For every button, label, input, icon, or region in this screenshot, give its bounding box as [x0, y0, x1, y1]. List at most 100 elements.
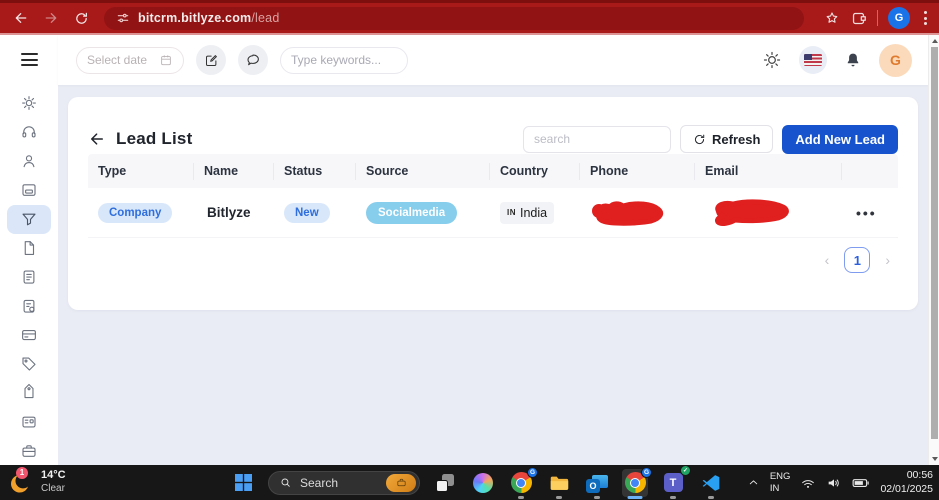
lead-list-card: Lead List Refresh Add New Lead Type Name… [68, 97, 918, 310]
us-flag-icon [804, 54, 822, 66]
sidebar-item-payments[interactable] [7, 320, 51, 349]
bookmark-star-icon[interactable] [824, 10, 840, 26]
running-indicator [594, 496, 600, 499]
sidebar-item-organization[interactable] [7, 436, 51, 465]
taskbar-chrome-1[interactable]: G [508, 466, 538, 499]
running-indicator [518, 496, 524, 499]
date-picker-field[interactable] [76, 46, 184, 74]
page-title: Lead List [116, 129, 193, 148]
chevron-up-icon [749, 480, 758, 485]
sidebar-item-settings[interactable] [7, 89, 51, 118]
volume-button[interactable] [826, 475, 842, 491]
browser-profile-avatar[interactable]: G [888, 7, 910, 29]
column-header-status: Status [274, 162, 356, 180]
pagination-prev-button[interactable]: ‹ [825, 253, 830, 267]
browser-refresh-button[interactable] [68, 5, 94, 31]
speaker-icon [829, 478, 840, 487]
select-date-input[interactable] [87, 53, 153, 67]
language-flag-button[interactable] [799, 46, 827, 74]
row-actions-menu[interactable]: ••• [842, 205, 898, 221]
clock-widget[interactable]: 00:56 02/01/2025 [880, 469, 933, 495]
wifi-icon [802, 479, 815, 488]
url-path: /lead [251, 11, 280, 25]
taskbar-file-explorer[interactable] [546, 469, 572, 499]
column-header-country: Country [490, 162, 580, 180]
vscode-icon [702, 474, 720, 491]
sidebar-item-support[interactable] [7, 118, 51, 147]
page-scrollbar[interactable] [928, 35, 939, 465]
refresh-icon [694, 134, 705, 144]
taskbar-vscode[interactable] [698, 469, 724, 499]
user-avatar[interactable]: G [879, 43, 912, 77]
sidebar-item-tasks[interactable] [7, 291, 51, 320]
sidebar-item-leads[interactable] [7, 204, 51, 234]
sidebar-item-contacts[interactable] [7, 147, 51, 176]
weather-notification-badge: 1 [16, 466, 28, 479]
compose-button[interactable] [196, 45, 226, 75]
document-lines-icon [23, 270, 35, 284]
weather-temperature: 14°C [41, 469, 66, 482]
sidebar-item-accounts[interactable] [7, 407, 51, 436]
chat-bubble-icon [247, 54, 259, 66]
browser-forward-button[interactable] [38, 5, 64, 31]
refresh-button[interactable]: Refresh [680, 125, 774, 153]
scrollbar-down-arrow[interactable] [929, 453, 939, 465]
sidebar-item-files[interactable] [7, 234, 51, 263]
menu-toggle-button[interactable] [17, 49, 42, 70]
lead-search-input[interactable] [523, 125, 671, 153]
windows-taskbar: 1 14°C Clear Search G O G T ✓ ENG IN 00:… [0, 464, 939, 500]
sidebar-item-tags[interactable] [7, 349, 51, 378]
pagination: ‹ 1 › [88, 247, 898, 273]
arrow-left-icon [91, 133, 103, 145]
column-header-name: Name [194, 162, 274, 180]
scrollbar-thumb[interactable] [930, 47, 938, 439]
kanban-icon [22, 184, 36, 197]
theme-toggle-button[interactable] [762, 50, 782, 70]
browser-toolbar: bitcrm.bitlyze.com/lead G [0, 0, 939, 33]
battery-button[interactable] [852, 476, 870, 490]
running-indicator [670, 496, 676, 499]
page-back-button[interactable] [88, 130, 106, 148]
sidebar-item-board[interactable] [7, 176, 51, 205]
url-host: bitcrm.bitlyze.com [138, 11, 252, 25]
address-bar[interactable]: bitcrm.bitlyze.com/lead [104, 6, 804, 30]
chat-button[interactable] [238, 45, 268, 75]
keyword-search-field[interactable] [280, 46, 408, 74]
taskbar-outlook[interactable]: O [584, 469, 610, 499]
wifi-button[interactable] [800, 475, 816, 491]
pagination-next-button[interactable]: › [885, 253, 890, 267]
add-new-lead-button[interactable]: Add New Lead [782, 124, 898, 154]
column-header-email: Email [695, 162, 842, 180]
taskbar-chrome-2-active[interactable]: G [622, 466, 652, 499]
notifications-button[interactable] [844, 51, 862, 69]
folder-icon [550, 476, 569, 490]
pagination-page-1-button[interactable]: 1 [844, 247, 871, 273]
copilot-button[interactable] [470, 469, 496, 497]
running-indicator [708, 496, 714, 499]
weather-condition: Clear [41, 483, 65, 495]
extensions-icon[interactable] [850, 10, 867, 27]
tray-expand-chevron[interactable] [747, 476, 760, 489]
language-indicator[interactable]: ENG IN [770, 471, 791, 494]
search-highlight-image[interactable] [386, 473, 416, 492]
taskbar-teams[interactable]: T ✓ [660, 464, 691, 499]
clipboard-task-icon [23, 299, 35, 313]
keywords-input[interactable] [291, 53, 397, 67]
briefcase-icon [22, 444, 36, 457]
running-indicator [556, 496, 562, 499]
task-view-button[interactable] [432, 469, 458, 497]
windows-logo-icon [234, 474, 252, 491]
calendar-icon [161, 55, 171, 66]
lead-email-redacted [695, 198, 842, 228]
copilot-icon [473, 472, 493, 493]
site-settings-icon[interactable] [116, 11, 130, 25]
start-button[interactable] [230, 469, 256, 497]
browser-menu-button[interactable] [920, 9, 931, 27]
weather-widget[interactable]: 1 14°C Clear [8, 465, 66, 500]
sidebar-item-reports[interactable] [7, 263, 51, 292]
browser-back-button[interactable] [8, 5, 34, 31]
outlook-icon: O [586, 473, 608, 493]
scrollbar-up-arrow[interactable] [929, 35, 939, 47]
sidebar-item-labels[interactable] [7, 378, 51, 407]
taskbar-search-box[interactable]: Search [268, 470, 420, 495]
